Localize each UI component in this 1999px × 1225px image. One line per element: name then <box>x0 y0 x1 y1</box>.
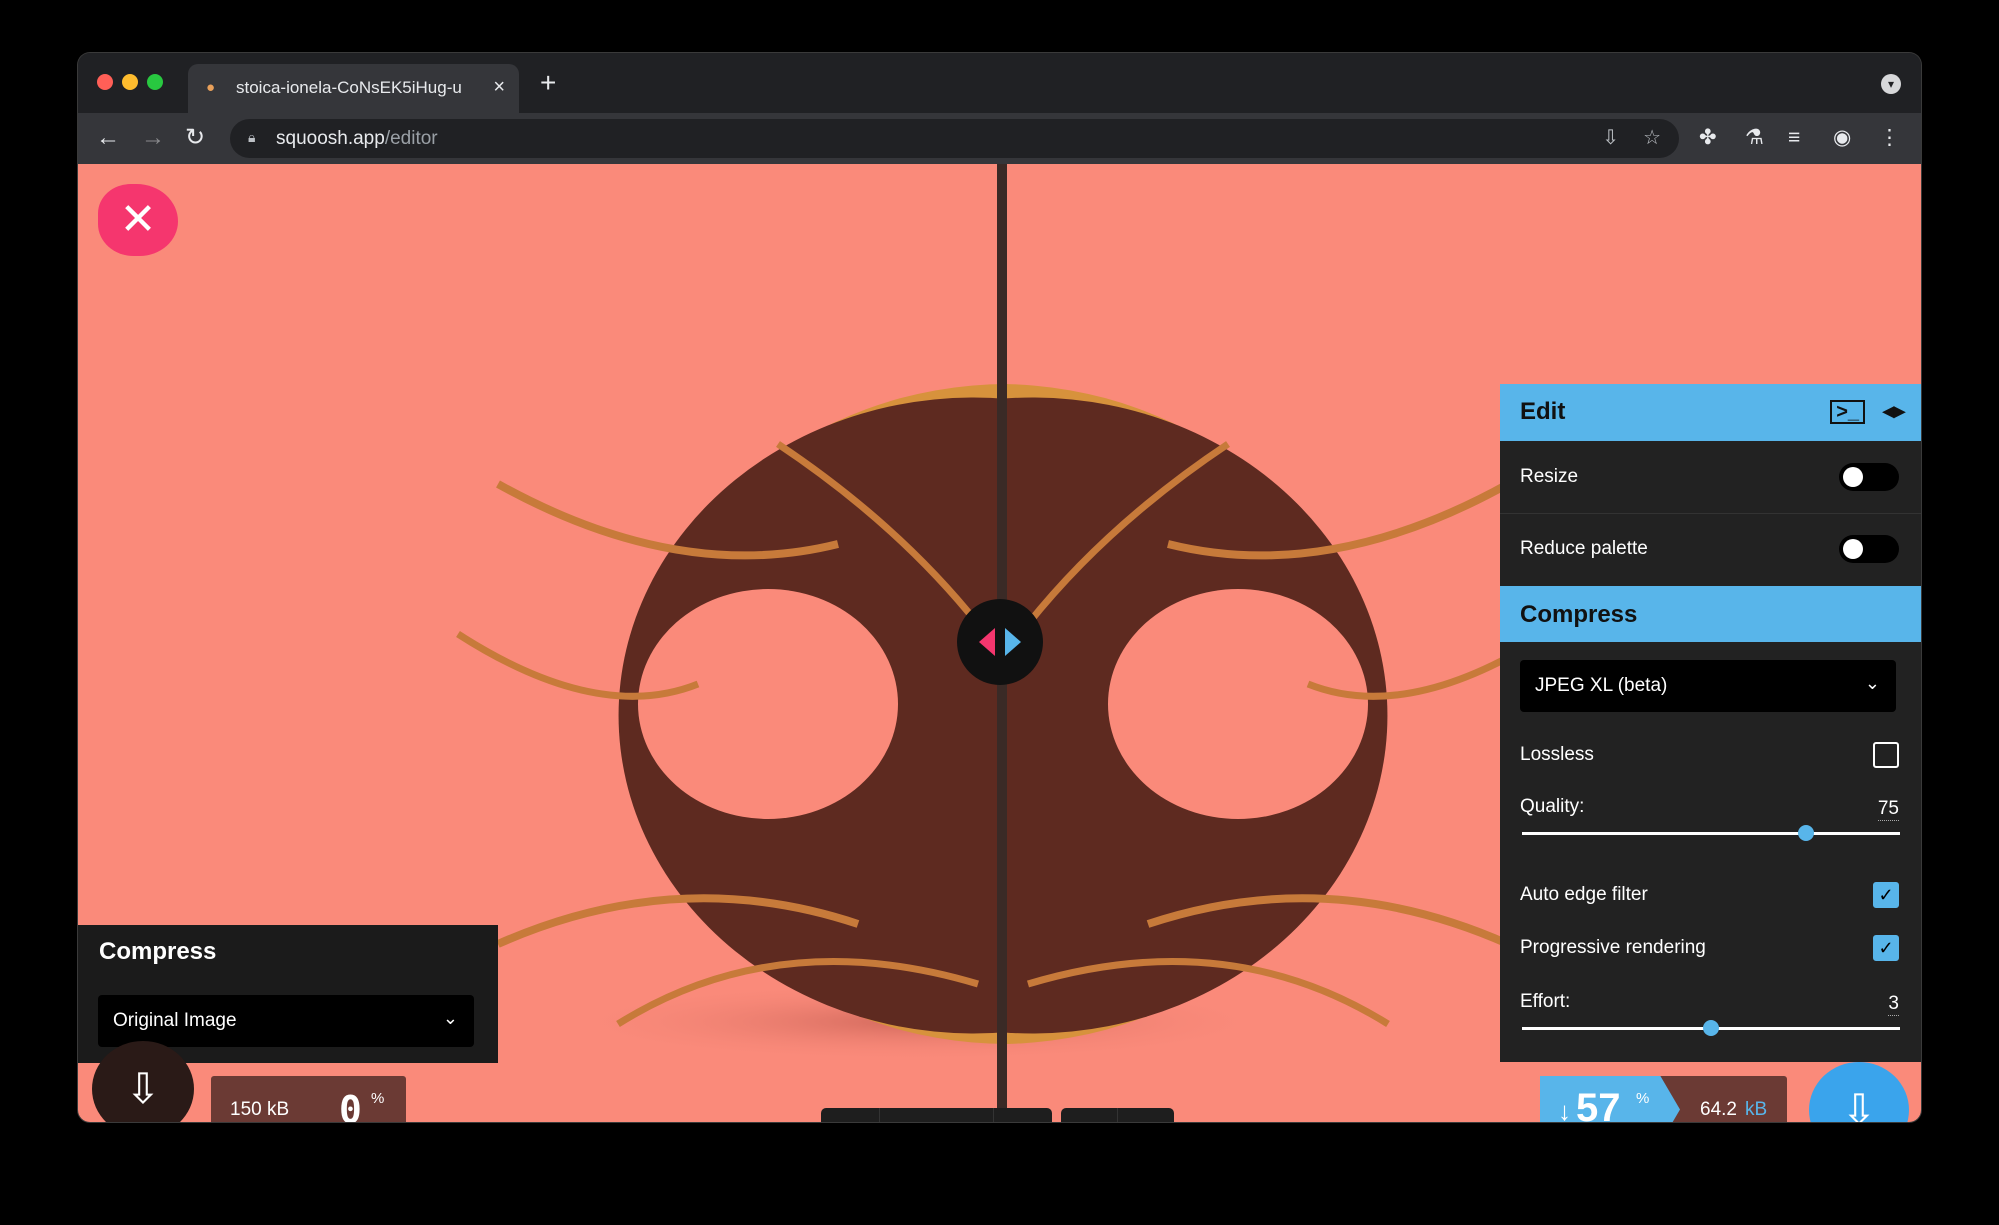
original-size: 150 kB <box>230 1099 290 1120</box>
media-queue-icon[interactable]: ≡ <box>1788 126 1800 150</box>
resize-toggle[interactable] <box>1839 463 1899 491</box>
effort-slider-knob[interactable] <box>1703 1020 1719 1036</box>
donut-left-half <box>456 383 1008 1044</box>
edit-title: Edit <box>1520 398 1566 425</box>
url-path: /editor <box>384 128 438 149</box>
quality-slider[interactable] <box>1522 825 1900 841</box>
new-tab-button[interactable]: + <box>540 69 556 97</box>
zoom-controls: − 60 % + <box>821 1108 1052 1122</box>
compressed-size-unit: kB <box>1745 1099 1768 1120</box>
tab-close-icon[interactable]: × <box>493 76 505 98</box>
original-percent: 0 <box>339 1088 362 1122</box>
browser-window: ● stoica-ionela-CoNsEK5iHug-u × + ▾ ← → … <box>78 53 1921 1122</box>
effort-value[interactable]: 3 <box>1888 993 1899 1016</box>
image-viewport[interactable]: ✕ Edit >_ ◂▸ Resize Reduce palette Compr… <box>78 164 1921 1122</box>
rotate-icon[interactable]: ↻ <box>1075 1118 1098 1122</box>
quality-label: Quality: <box>1520 796 1585 817</box>
close-window-button[interactable] <box>97 74 113 90</box>
forward-icon[interactable]: → <box>141 123 165 153</box>
toggle-knob <box>1843 539 1863 559</box>
lossless-checkbox[interactable] <box>1873 742 1899 768</box>
divider <box>879 1108 880 1122</box>
original-percent-unit: % <box>371 1090 385 1107</box>
resize-label: Resize <box>1520 466 1579 487</box>
reduce-palette-label: Reduce palette <box>1520 538 1648 559</box>
auto-edge-checkbox[interactable]: ✓ <box>1873 882 1899 908</box>
effort-slider[interactable] <box>1522 1020 1900 1036</box>
zoom-in-button[interactable]: + <box>1009 1116 1028 1122</box>
maximize-window-button[interactable] <box>147 74 163 90</box>
progressive-checkbox[interactable]: ✓ <box>1873 935 1899 961</box>
original-size-badge: 150 kB 0 % <box>211 1076 406 1122</box>
chevron-down-icon: ⌄ <box>1864 673 1880 693</box>
split-arrows-icon <box>979 628 1021 656</box>
close-image-button[interactable]: ✕ <box>98 184 178 256</box>
compressed-size: 64.2 <box>1700 1099 1737 1120</box>
auto-edge-row[interactable]: Auto edge filter ✓ <box>1500 872 1921 916</box>
reduction-unit: % <box>1636 1090 1650 1107</box>
title-bar: ● stoica-ionela-CoNsEK5iHug-u × + ▾ <box>78 53 1921 113</box>
background-toggle-icon[interactable]: ▣ <box>1133 1118 1158 1122</box>
compress-title: Compress <box>1520 601 1638 628</box>
progressive-row[interactable]: Progressive rendering ✓ <box>1500 925 1921 969</box>
left-codec-value: Original Image <box>113 1010 237 1031</box>
codec-select-value: JPEG XL (beta) <box>1535 675 1668 696</box>
reduce-palette-row[interactable]: Reduce palette <box>1500 514 1921 586</box>
down-arrow-icon: ↓ <box>1558 1096 1571 1122</box>
quality-row: Quality: 75 <box>1500 786 1921 858</box>
donut-favicon-icon: ● <box>206 79 216 96</box>
divider <box>1117 1108 1118 1122</box>
effort-row: Effort: 3 <box>1500 981 1921 1053</box>
lossless-row[interactable]: Lossless <box>1500 732 1921 776</box>
reduction-percent: 57 <box>1576 1086 1621 1122</box>
extensions-icon[interactable]: ✤ <box>1699 126 1717 150</box>
toggle-knob <box>1843 467 1863 487</box>
effort-label: Effort: <box>1520 991 1571 1012</box>
bookmark-star-icon[interactable]: ☆ <box>1643 126 1661 150</box>
left-codec-select[interactable]: Original Image ⌄ <box>98 995 474 1047</box>
divider <box>993 1108 994 1122</box>
labs-flask-icon[interactable]: ⚗ <box>1745 126 1764 150</box>
resize-row[interactable]: Resize <box>1500 441 1921 513</box>
browser-toolbar: ← → ↻ 🔒︎ squoosh.app/editor ⇩ ☆ ✤ ⚗ ≡ ◉ … <box>78 113 1921 164</box>
lossless-label: Lossless <box>1520 744 1594 765</box>
edit-header: Edit >_ ◂▸ <box>1500 384 1921 441</box>
tab-search-icon[interactable]: ▾ <box>1881 74 1901 94</box>
donut-right-half <box>998 384 1550 1044</box>
compress-header: Compress <box>1500 586 1921 642</box>
chevron-down-icon: ⌄ <box>442 1008 458 1028</box>
progressive-label: Progressive rendering <box>1520 937 1706 958</box>
url-text: squoosh.app/editor <box>276 128 438 150</box>
back-icon[interactable]: ← <box>96 123 120 153</box>
reduce-palette-toggle[interactable] <box>1839 535 1899 563</box>
lock-icon: 🔒︎ <box>248 129 256 145</box>
profile-avatar-icon[interactable]: ◉ <box>1833 126 1851 150</box>
menu-kebab-icon[interactable]: ⋮ <box>1879 126 1900 150</box>
address-bar[interactable]: 🔒︎ squoosh.app/editor ⇩ ☆ <box>230 119 1679 158</box>
zoom-out-button[interactable]: − <box>837 1116 856 1122</box>
right-options-panel: Edit >_ ◂▸ Resize Reduce palette Compres… <box>1500 384 1921 1062</box>
quality-slider-knob[interactable] <box>1797 825 1814 841</box>
reduction-tag: ↓ 57 % <box>1540 1076 1680 1122</box>
terminal-icon[interactable]: >_ <box>1830 400 1865 424</box>
minimize-window-button[interactable] <box>122 74 138 90</box>
swap-sides-icon[interactable]: ◂▸ <box>1883 398 1905 424</box>
split-handle[interactable] <box>957 599 1043 685</box>
view-controls: ↻ ▣ <box>1061 1108 1174 1122</box>
tab-title: stoica-ionela-CoNsEK5iHug-u <box>236 78 462 97</box>
left-compress-title: Compress <box>99 938 217 965</box>
install-app-icon[interactable]: ⇩ <box>1602 126 1619 150</box>
download-icon: ⇩ <box>125 1065 161 1112</box>
browser-tab[interactable]: ● stoica-ionela-CoNsEK5iHug-u × <box>188 64 519 113</box>
reload-icon[interactable]: ↻ <box>185 123 205 153</box>
quality-value[interactable]: 75 <box>1877 798 1899 821</box>
auto-edge-label: Auto edge filter <box>1520 884 1648 905</box>
codec-select[interactable]: JPEG XL (beta) ⌄ <box>1520 660 1896 712</box>
compressed-size-badge: ↓ 57 % 64.2 kB <box>1540 1076 1787 1122</box>
download-icon: ⇩ <box>1841 1086 1877 1122</box>
url-host: squoosh.app <box>276 128 385 149</box>
